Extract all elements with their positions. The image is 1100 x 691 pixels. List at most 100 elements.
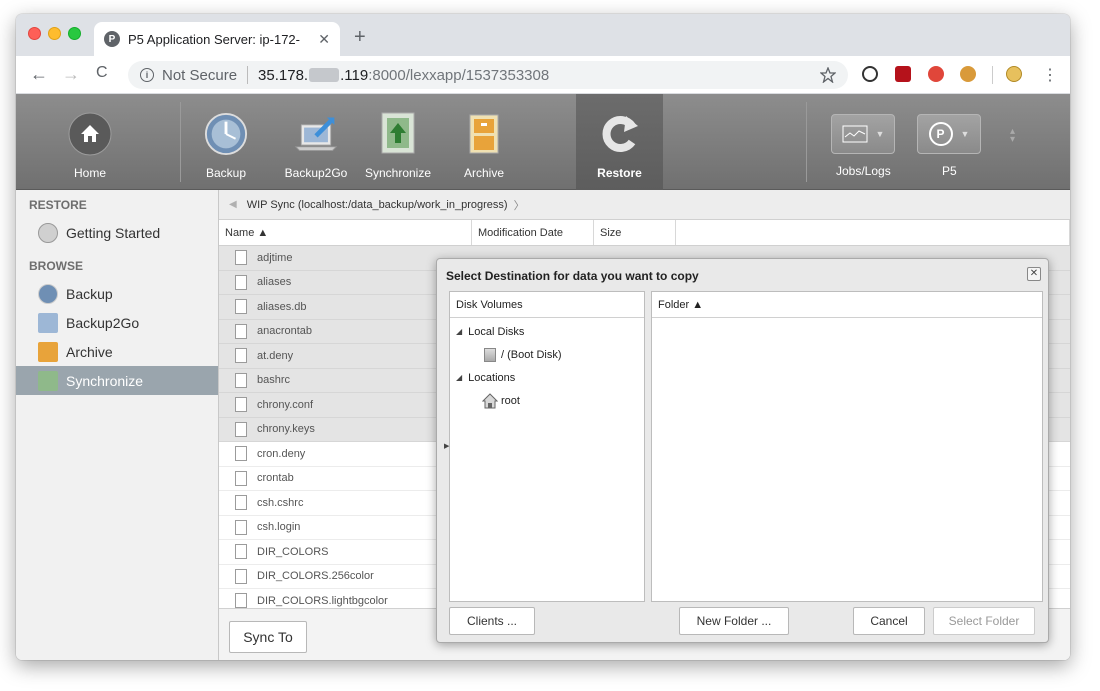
cookie-icon[interactable] xyxy=(960,66,976,82)
address-bar[interactable]: i Not Secure 35.178. .119 :8000/lexxapp/… xyxy=(128,61,848,89)
breadcrumb: ◀ WIP Sync (localhost:/data_backup/work_… xyxy=(219,190,1070,220)
synchronize-icon xyxy=(376,112,420,156)
tree-local-disks[interactable]: ◢ Local Disks xyxy=(450,320,644,343)
sidebar-item-archive[interactable]: Archive xyxy=(16,337,218,366)
zoom-window-button[interactable] xyxy=(68,27,81,40)
p5-favicon-icon: P xyxy=(104,31,120,47)
menu-kebab-icon[interactable]: ⋮ xyxy=(1042,65,1058,85)
url-host-rest: .119 xyxy=(340,66,369,84)
archive-button[interactable]: Archive xyxy=(452,94,516,190)
file-name: DIR_COLORS.256color xyxy=(257,570,374,583)
browse-header: BROWSE xyxy=(29,259,83,273)
sidebar-item-synchronize[interactable]: Synchronize xyxy=(16,366,218,395)
extension-info-icon[interactable] xyxy=(862,66,878,82)
expand-triangle-icon[interactable]: ◢ xyxy=(456,373,462,382)
laptop-icon xyxy=(38,312,58,333)
file-name: csh.login xyxy=(257,521,301,534)
browser-window: P P5 Application Server: ip-172- ✕ + ← →… xyxy=(16,14,1070,660)
back-button[interactable]: ← xyxy=(30,64,48,85)
file-name: at.deny xyxy=(257,349,294,362)
sidebar-item-label: Getting Started xyxy=(66,224,161,241)
archive-icon xyxy=(462,112,506,156)
tab-close-icon[interactable]: ✕ xyxy=(318,31,330,48)
chevron-down-icon: ▼ xyxy=(960,129,970,139)
browser-tab[interactable]: P P5 Application Server: ip-172- ✕ xyxy=(94,22,340,56)
file-name: chrony.conf xyxy=(257,398,314,411)
forward-button[interactable]: → xyxy=(62,64,80,85)
tree-locations[interactable]: ◢ Locations xyxy=(450,366,644,389)
url-host: 35.178. xyxy=(258,66,309,84)
jobs-logs-label: Jobs/Logs xyxy=(836,164,891,178)
url-path: :8000/lexxapp/1537353308 xyxy=(368,66,550,84)
dialog-title: Select Destination for data you want to … xyxy=(446,269,699,283)
profile-avatar[interactable] xyxy=(1006,66,1022,82)
sidebar-item-backup[interactable]: Backup xyxy=(16,279,218,308)
sidebar: RESTORE Getting Started BROWSE Backup Ba… xyxy=(16,190,219,660)
restore-icon xyxy=(598,112,642,156)
extension-red-icon[interactable] xyxy=(928,66,944,82)
file-icon xyxy=(235,397,247,413)
new-tab-button[interactable]: + xyxy=(354,26,366,49)
file-name: DIR_COLORS xyxy=(257,545,329,558)
folder-header[interactable]: Folder ▲ xyxy=(652,292,1042,318)
file-name: aliases.db xyxy=(257,300,307,313)
omnibox-divider xyxy=(247,66,249,84)
breadcrumb-path[interactable]: WIP Sync (localhost:/data_backup/work_in… xyxy=(247,199,508,211)
file-icon xyxy=(235,470,247,486)
home-button[interactable]: Home xyxy=(60,94,120,190)
pane-splitter-handle[interactable]: ▶ xyxy=(444,442,449,450)
redacted-ip-segment xyxy=(309,68,340,82)
sidebar-item-getting-started[interactable]: Getting Started xyxy=(16,218,218,247)
synchronize-button[interactable]: Synchronize xyxy=(360,94,436,190)
restore-button[interactable]: Restore xyxy=(576,94,663,190)
column-modified[interactable]: Modification Date xyxy=(472,220,594,245)
backup2go-button[interactable]: Backup2Go xyxy=(276,94,356,190)
disk-volumes-header[interactable]: Disk Volumes xyxy=(450,292,644,318)
home-icon xyxy=(68,112,112,156)
file-name: chrony.keys xyxy=(257,423,315,436)
new-folder-button[interactable]: New Folder ... xyxy=(679,607,789,635)
appbar-scroll-handle[interactable]: ▴ ▾ xyxy=(1010,127,1015,145)
restore-header: RESTORE xyxy=(29,198,87,212)
home-label: Home xyxy=(73,166,106,180)
tree-label: root xyxy=(501,394,520,407)
disk-volumes-pane: Disk Volumes ◢ Local Disks / (Boot Disk)… xyxy=(449,291,645,602)
sidebar-item-label: Backup xyxy=(66,285,113,302)
info-icon[interactable]: i xyxy=(140,68,154,82)
file-name: aliases xyxy=(257,276,292,289)
select-folder-button[interactable]: Select Folder xyxy=(933,607,1035,635)
ublock-icon[interactable] xyxy=(895,66,911,82)
tree-label: / (Boot Disk) xyxy=(501,348,562,361)
archive-icon xyxy=(38,341,58,362)
jobs-logs-dropdown[interactable]: ▼ xyxy=(831,114,895,154)
expand-triangle-icon[interactable]: ◢ xyxy=(456,327,462,336)
clients-button[interactable]: Clients ... xyxy=(449,607,535,635)
chevron-down-icon: ▼ xyxy=(875,129,885,139)
bookmark-star-icon[interactable] xyxy=(820,67,836,83)
file-name: adjtime xyxy=(257,251,293,264)
tree-root[interactable]: root xyxy=(450,389,644,412)
close-icon[interactable]: ✕ xyxy=(1027,267,1041,281)
cancel-button[interactable]: Cancel xyxy=(853,607,925,635)
chevron-right-icon: 〉 xyxy=(513,199,525,212)
tree-boot-disk[interactable]: / (Boot Disk) xyxy=(450,343,644,366)
tree-label: Locations xyxy=(468,371,516,384)
p5-dropdown[interactable]: P ▼ xyxy=(917,114,981,154)
column-filler xyxy=(676,220,1070,245)
file-icon xyxy=(235,593,247,609)
close-window-button[interactable] xyxy=(28,27,41,40)
column-size[interactable]: Size xyxy=(594,220,676,245)
restore-label: Restore xyxy=(597,166,642,180)
appbar-divider xyxy=(180,102,181,182)
sync-to-button[interactable]: Sync To xyxy=(229,621,307,653)
tab-title: P5 Application Server: ip-172- xyxy=(128,31,300,47)
backup2go-label: Backup2Go xyxy=(284,166,348,180)
column-name[interactable]: Name ▲ xyxy=(219,220,472,245)
reload-button[interactable]: C xyxy=(96,64,108,82)
sidebar-item-backup2go[interactable]: Backup2Go xyxy=(16,308,218,337)
backup-button[interactable]: Backup xyxy=(196,94,256,190)
back-arrow-icon[interactable]: ◀ xyxy=(229,199,237,210)
minimize-window-button[interactable] xyxy=(48,27,61,40)
disk-icon xyxy=(484,347,496,362)
file-name: bashrc xyxy=(257,374,291,387)
